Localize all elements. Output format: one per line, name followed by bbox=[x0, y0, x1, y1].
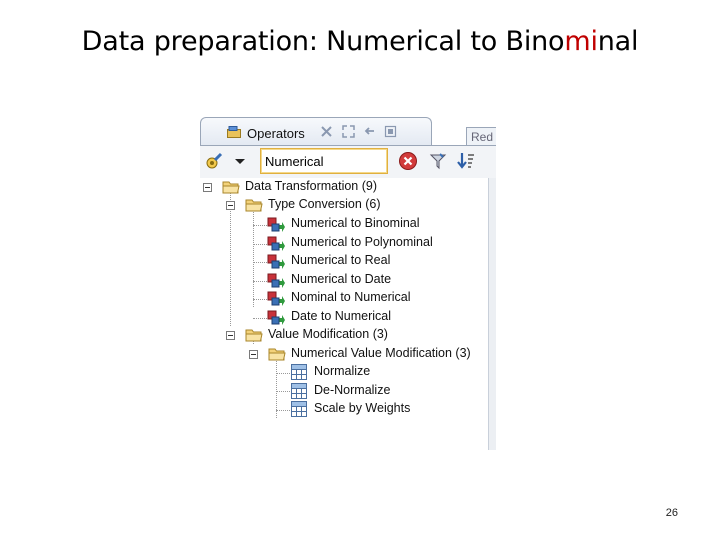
folder-icon bbox=[245, 329, 263, 342]
operator-label: Normalize bbox=[314, 364, 371, 378]
tree-label: Data Transformation (9) bbox=[245, 179, 377, 193]
operator-tree: Data Transformation (9) Type Conversion … bbox=[200, 178, 488, 450]
operator-label: Numerical to Real bbox=[291, 253, 391, 267]
tree-node-data-transformation[interactable]: Data Transformation (9) bbox=[200, 178, 488, 196]
restore-icon[interactable] bbox=[363, 125, 376, 138]
dropdown-arrow-icon[interactable] bbox=[230, 151, 250, 171]
grid-icon bbox=[291, 364, 307, 380]
operator-item[interactable]: Numerical to Polynominal bbox=[200, 234, 488, 252]
operator-item[interactable]: Nominal to Numerical bbox=[200, 289, 488, 307]
operator-icon bbox=[267, 254, 285, 269]
filter-icon[interactable] bbox=[428, 151, 448, 171]
title-highlight: mi bbox=[564, 26, 598, 57]
title-tail: nal bbox=[597, 26, 639, 57]
grid-icon bbox=[291, 383, 307, 399]
title-main: Data preparation: Numerical to Bino bbox=[81, 26, 565, 57]
tree-label: Type Conversion (6) bbox=[268, 197, 381, 211]
tree-node-numerical-value-modification[interactable]: Numerical Value Modification (3) bbox=[200, 345, 488, 363]
operator-item[interactable]: Numerical to Binominal bbox=[200, 215, 488, 233]
operator-icon bbox=[267, 291, 285, 306]
maximize-icon[interactable] bbox=[342, 125, 355, 138]
tree-node-type-conversion[interactable]: Type Conversion (6) bbox=[200, 196, 488, 214]
operator-item[interactable]: Numerical to Real bbox=[200, 252, 488, 270]
vertical-scrollbar[interactable] bbox=[488, 178, 496, 450]
tree-label: Numerical Value Modification (3) bbox=[291, 346, 471, 360]
page-number: 26 bbox=[665, 507, 678, 519]
tab-repository[interactable]: Red bbox=[466, 127, 496, 146]
grid-icon bbox=[291, 401, 307, 417]
tab-repository-label: Red bbox=[471, 130, 494, 144]
minimize-icon[interactable] bbox=[384, 125, 397, 138]
operator-label: Nominal to Numerical bbox=[291, 290, 411, 304]
tree-label: Value Modification (3) bbox=[268, 327, 388, 341]
tab-label: Operators bbox=[247, 126, 305, 141]
operator-item[interactable]: Normalize bbox=[200, 363, 488, 381]
sort-icon[interactable] bbox=[456, 151, 476, 171]
operator-item[interactable]: Scale by Weights bbox=[200, 400, 488, 418]
operator-label: Numerical to Polynominal bbox=[291, 235, 433, 249]
operator-item[interactable]: De-Normalize bbox=[200, 382, 488, 400]
clear-icon[interactable] bbox=[398, 151, 418, 171]
operator-label: De-Normalize bbox=[314, 383, 391, 397]
tab-operators[interactable]: Operators bbox=[200, 117, 432, 146]
operators-toolbar bbox=[200, 146, 496, 178]
collapse-icon[interactable] bbox=[203, 183, 212, 192]
slide-title: Data preparation: Numerical to Binominal bbox=[0, 26, 720, 57]
operator-label: Date to Numerical bbox=[291, 309, 392, 323]
operators-panel: Operators Red Numerical Data Transformat… bbox=[200, 117, 496, 450]
operator-icon bbox=[267, 236, 285, 251]
folder-icon bbox=[245, 199, 263, 212]
search-input[interactable] bbox=[260, 148, 388, 174]
close-view-icon[interactable] bbox=[320, 125, 333, 138]
collapse-icon[interactable] bbox=[226, 331, 235, 340]
operator-label: Scale by Weights bbox=[314, 401, 411, 415]
collapse-icon[interactable] bbox=[226, 201, 235, 210]
operator-icon bbox=[267, 273, 285, 288]
operator-item[interactable]: Date to Numerical bbox=[200, 308, 488, 326]
operator-item[interactable]: Numerical to Date bbox=[200, 271, 488, 289]
operator-icon bbox=[267, 217, 285, 232]
operator-label: Numerical to Binominal bbox=[291, 216, 420, 230]
tree-node-value-modification[interactable]: Value Modification (3) bbox=[200, 326, 488, 344]
folder-icon bbox=[222, 181, 240, 194]
operator-label: Numerical to Date bbox=[291, 272, 392, 286]
operator-icon bbox=[267, 310, 285, 325]
operators-icon bbox=[227, 126, 241, 138]
collapse-icon[interactable] bbox=[249, 350, 258, 359]
folder-icon bbox=[268, 348, 286, 361]
wand-icon[interactable] bbox=[204, 151, 224, 171]
